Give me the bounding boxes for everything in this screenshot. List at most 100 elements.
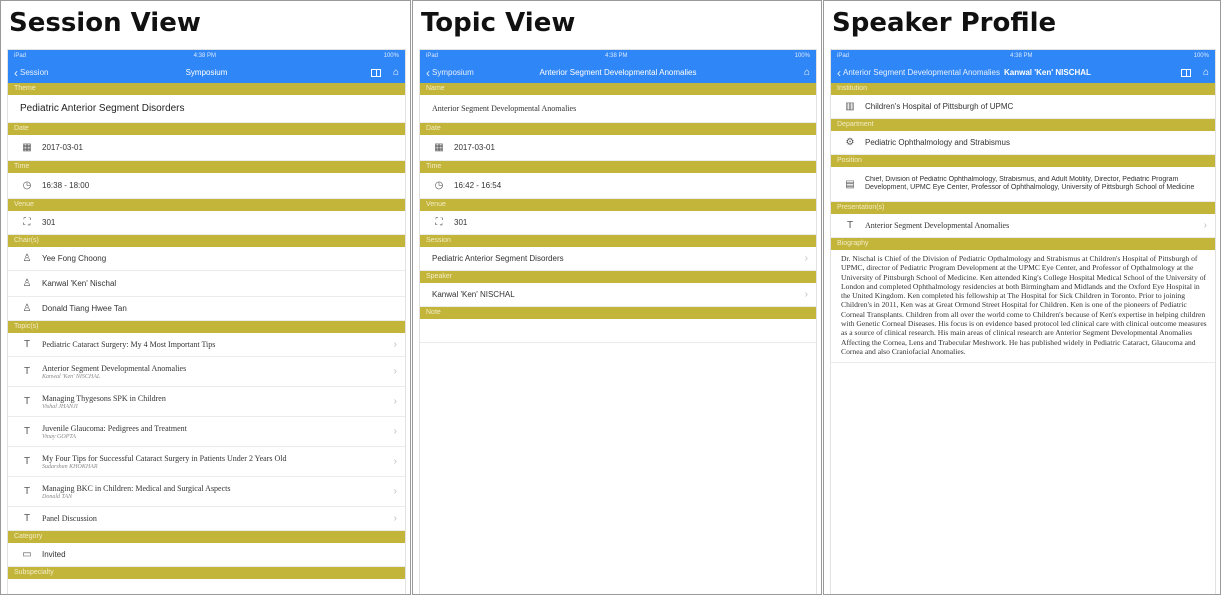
book-icon[interactable] — [370, 68, 381, 77]
person-icon: ♙ — [22, 253, 32, 264]
section-header-subspecialty: Subspecialty — [8, 567, 405, 579]
topic-title: My Four Tips for Successful Cataract Sur… — [42, 453, 287, 463]
panel-heading: Speaker Profile — [832, 8, 1057, 38]
presentation-title: Anterior Segment Developmental Anomalies — [865, 221, 1010, 230]
section-header-name: Name — [420, 83, 816, 95]
chair-row[interactable]: ♙ Kanwal 'Ken' Nischal — [8, 271, 405, 297]
section-header-note: Note — [420, 307, 816, 319]
battery-label: 100% — [383, 53, 399, 59]
nav-bar: ‹ Session Symposium ⌂ — [8, 62, 405, 83]
chevron-right-icon: › — [393, 486, 397, 497]
date-value: 2017-03-01 — [42, 143, 83, 152]
status-time: 4:38 PM — [1010, 53, 1033, 59]
chair-row[interactable]: ♙ Donald Tiang Hwee Tan — [8, 297, 405, 321]
status-time: 4:38 PM — [605, 53, 628, 59]
briefcase-icon: ▤ — [845, 178, 855, 190]
section-header-category: Category — [8, 531, 405, 543]
status-bar: iPad 4:38 PM 100% — [420, 50, 816, 62]
topic-row[interactable]: T My Four Tips for Successful Cataract S… — [8, 447, 405, 477]
device-label: iPad — [14, 53, 27, 59]
section-header-presentations: Presentation(s) — [831, 202, 1215, 214]
status-bar: iPad 4:38 PM 100% — [8, 50, 405, 62]
topic-row[interactable]: T Juvenile Glaucoma: Pedigrees and Treat… — [8, 417, 405, 447]
chair-row[interactable]: ♙ Yee Fong Choong — [8, 247, 405, 271]
back-label: Symposium — [432, 68, 474, 77]
text-t-icon: T — [23, 396, 31, 407]
position-value: Chief, Division of Pediatric Ophthalmolo… — [865, 175, 1195, 192]
calendar-icon: ▦ — [22, 142, 32, 153]
chevron-right-icon: › — [393, 513, 397, 524]
section-header-date: Date — [420, 123, 816, 135]
department-value: Pediatric Ophthalmology and Strabismus — [865, 138, 1010, 147]
person-icon: ♙ — [22, 303, 32, 314]
time-row: ◷ 16:42 - 16:54 — [420, 173, 816, 199]
topic-row[interactable]: T Pediatric Cataract Surgery: My 4 Most … — [8, 333, 405, 357]
topic-row[interactable]: T Managing BKC in Children: Medical and … — [8, 477, 405, 507]
home-icon[interactable]: ⌂ — [1203, 67, 1209, 78]
topic-text: Anterior Segment Developmental Anomalies… — [42, 364, 390, 380]
topic-text: Managing BKC in Children: Medical and Su… — [42, 484, 390, 500]
position-row: ▤ Chief, Division of Pediatric Ophthalmo… — [831, 167, 1215, 202]
time-value: 16:38 - 18:00 — [42, 181, 90, 190]
topic-row[interactable]: T Panel Discussion › — [8, 507, 405, 531]
home-icon[interactable]: ⌂ — [804, 67, 810, 78]
chevron-right-icon: › — [1203, 220, 1207, 231]
back-button[interactable]: ‹ Session — [14, 67, 48, 79]
section-header-venue: Venue — [420, 199, 816, 211]
institution-row: ▥ Children's Hospital of Pittsburgh of U… — [831, 95, 1215, 119]
book-icon[interactable] — [1180, 68, 1191, 77]
battery-label: 100% — [794, 53, 810, 59]
speaker-row[interactable]: Kanwal 'Ken' NISCHAL › — [420, 283, 816, 307]
topic-name-value: Anterior Segment Developmental Anomalies — [432, 104, 577, 113]
status-time: 4:38 PM — [193, 53, 216, 59]
note-area[interactable] — [420, 319, 816, 343]
section-header-session: Session — [420, 235, 816, 247]
clock-icon: ◷ — [434, 180, 444, 191]
clock-icon: ◷ — [22, 180, 32, 191]
session-row[interactable]: Pediatric Anterior Segment Disorders › — [420, 247, 816, 271]
section-header-speaker: Speaker — [420, 271, 816, 283]
speaker-value: Kanwal 'Ken' NISCHAL — [432, 290, 515, 299]
topic-row[interactable]: T Managing Thygesons SPK in Children Vish… — [8, 387, 405, 417]
topic-speaker: Sudarshan KHOKHAR — [42, 463, 98, 470]
topic-speaker: Vinay GOPTA — [42, 433, 76, 440]
section-header-time: Time — [8, 161, 405, 173]
nav-bar: ‹ Anterior Segment Developmental Anomali… — [831, 62, 1215, 83]
topic-title: Pediatric Cataract Surgery: My 4 Most Im… — [42, 340, 216, 349]
time-value: 16:42 - 16:54 — [454, 181, 502, 190]
topic-speaker: Vishal JHANJI — [42, 403, 78, 410]
presentation-row[interactable]: T Anterior Segment Developmental Anomali… — [831, 214, 1215, 238]
venue-icon: ⛶ — [23, 217, 31, 228]
chevron-right-icon: › — [393, 339, 397, 350]
topic-title: Managing Thygesons SPK in Children — [42, 393, 166, 403]
date-row: ▦ 2017-03-01 — [8, 135, 405, 161]
back-button[interactable]: ‹ Symposium — [426, 67, 474, 79]
topic-title: Managing BKC in Children: Medical and Su… — [42, 483, 231, 493]
panel-heading: Topic View — [421, 8, 576, 38]
time-row: ◷ 16:38 - 18:00 — [8, 173, 405, 199]
section-header-position: Position — [831, 155, 1215, 167]
category-row: ▭ Invited — [8, 543, 405, 567]
calendar-icon: ▦ — [434, 142, 444, 153]
topic-text: Panel Discussion — [42, 514, 390, 523]
section-header-date: Date — [8, 123, 405, 135]
device-label: iPad — [837, 53, 850, 59]
back-button[interactable]: ‹ Anterior Segment Developmental Anomali… — [837, 67, 1000, 79]
department-icon: ⚙ — [845, 137, 855, 148]
biography-text: Dr. Nischal is Chief of the Division of … — [831, 250, 1215, 364]
section-header-biography: Biography — [831, 238, 1215, 250]
topic-title: Anterior Segment Developmental Anomalies — [42, 363, 187, 373]
tag-icon: ▭ — [22, 549, 32, 560]
home-icon[interactable]: ⌂ — [393, 67, 399, 78]
speaker-screen: iPad 4:38 PM 100% ‹ Anterior Segment Dev… — [830, 49, 1216, 594]
nav-title: Kanwal 'Ken' NISCHAL — [1003, 68, 1091, 77]
topic-title: Panel Discussion — [42, 514, 97, 523]
chair-name: Kanwal 'Ken' Nischal — [42, 279, 117, 288]
device-label: iPad — [426, 53, 439, 59]
section-header-chairs: Chair(s) — [8, 235, 405, 247]
back-label: Session — [20, 68, 49, 77]
back-label: Anterior Segment Developmental Anomalies — [843, 68, 1000, 77]
topic-row[interactable]: T Anterior Segment Developmental Anomali… — [8, 357, 405, 387]
chevron-left-icon: ‹ — [837, 65, 841, 80]
status-bar: iPad 4:38 PM 100% — [831, 50, 1215, 62]
